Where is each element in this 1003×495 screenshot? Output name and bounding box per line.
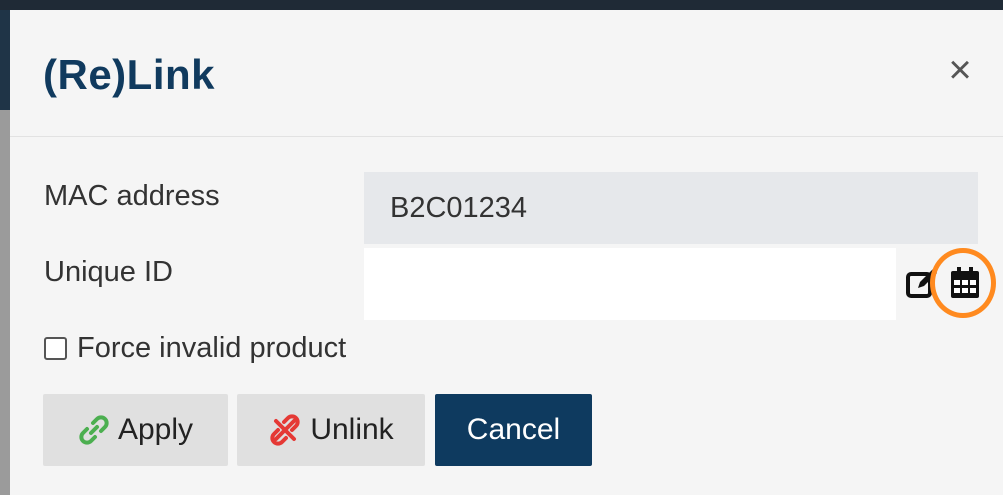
close-icon[interactable]: × (942, 50, 978, 90)
mac-address-label: MAC address (44, 180, 220, 212)
apply-button[interactable]: Apply (43, 394, 228, 466)
edit-icon[interactable] (906, 268, 938, 300)
cancel-label: Cancel (466, 413, 561, 446)
apply-label: Apply (117, 413, 194, 446)
unique-id-label: Unique ID (44, 256, 173, 288)
unlink-icon (270, 414, 300, 446)
background-window-edge-dark (0, 10, 10, 110)
cancel-button[interactable]: Cancel (435, 394, 592, 466)
mac-address-value: B2C01234 (390, 191, 528, 224)
calendar-icon[interactable] (948, 266, 982, 300)
dialog-header: (Re)Link × (10, 10, 1003, 137)
force-invalid-row[interactable]: Force invalid product (44, 332, 346, 365)
unlink-button[interactable]: Unlink (237, 394, 425, 466)
mac-address-field: B2C01234 (364, 172, 978, 244)
unlink-label: Unlink (310, 413, 394, 446)
force-invalid-label: Force invalid product (77, 332, 347, 364)
dialog-title: (Re)Link (43, 51, 215, 98)
link-icon (79, 415, 109, 445)
force-invalid-checkbox[interactable] (44, 337, 67, 360)
relink-dialog: (Re)Link × MAC address B2C01234 Unique I… (10, 10, 1003, 495)
unique-id-input[interactable] (364, 248, 896, 320)
background-window-bar (0, 0, 1003, 10)
